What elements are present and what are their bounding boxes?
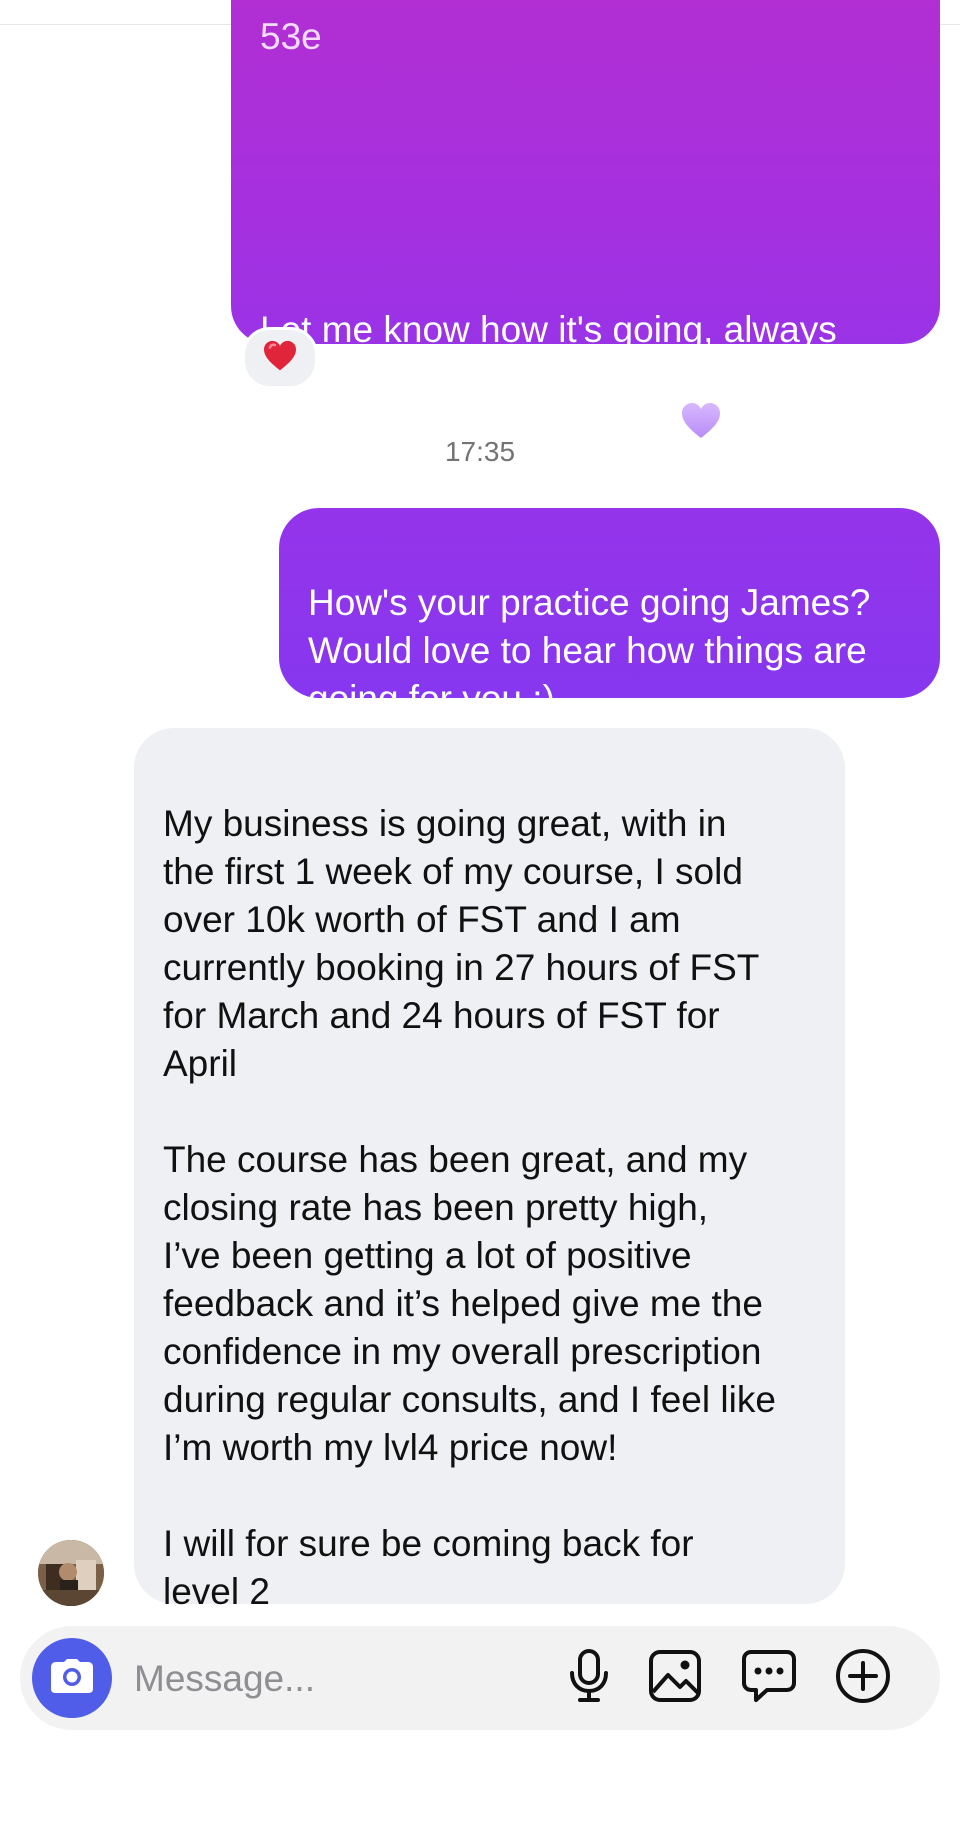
microphone-button[interactable] [561, 1648, 617, 1708]
microphone-icon [567, 1648, 611, 1708]
message-input[interactable] [132, 1653, 536, 1705]
avatar-image [38, 1540, 104, 1606]
plus-circle-icon [835, 1648, 891, 1709]
purple-heart-icon [680, 354, 722, 438]
camera-button[interactable] [32, 1638, 112, 1718]
image-gallery-icon [648, 1649, 702, 1708]
sticker-chat-icon [741, 1648, 797, 1709]
sticker-button[interactable] [741, 1648, 797, 1709]
gallery-button[interactable] [647, 1649, 703, 1708]
camera-icon [50, 1658, 94, 1699]
message-reaction[interactable] [242, 327, 318, 389]
message-timestamp: 17:35 [444, 436, 516, 467]
cut-off-message-text: 53e [260, 16, 322, 57]
sender-avatar[interactable] [38, 1540, 104, 1606]
message-text: How's your practice going James? Would l… [308, 582, 871, 719]
message-text: My business is going great, with in the … [163, 803, 776, 1612]
incoming-message-bubble[interactable]: My business is going great, with in the … [134, 728, 845, 1612]
outgoing-message-bubble[interactable]: How's your practice going James? Would l… [279, 508, 940, 719]
outgoing-message-bubble[interactable]: 53e Let me know how it's going, always h… [231, 0, 940, 444]
red-heart-icon [262, 340, 298, 377]
message-composer [20, 1626, 940, 1730]
more-options-button[interactable] [835, 1648, 891, 1709]
message-text: Let me know how it's going, always here … [260, 309, 837, 444]
